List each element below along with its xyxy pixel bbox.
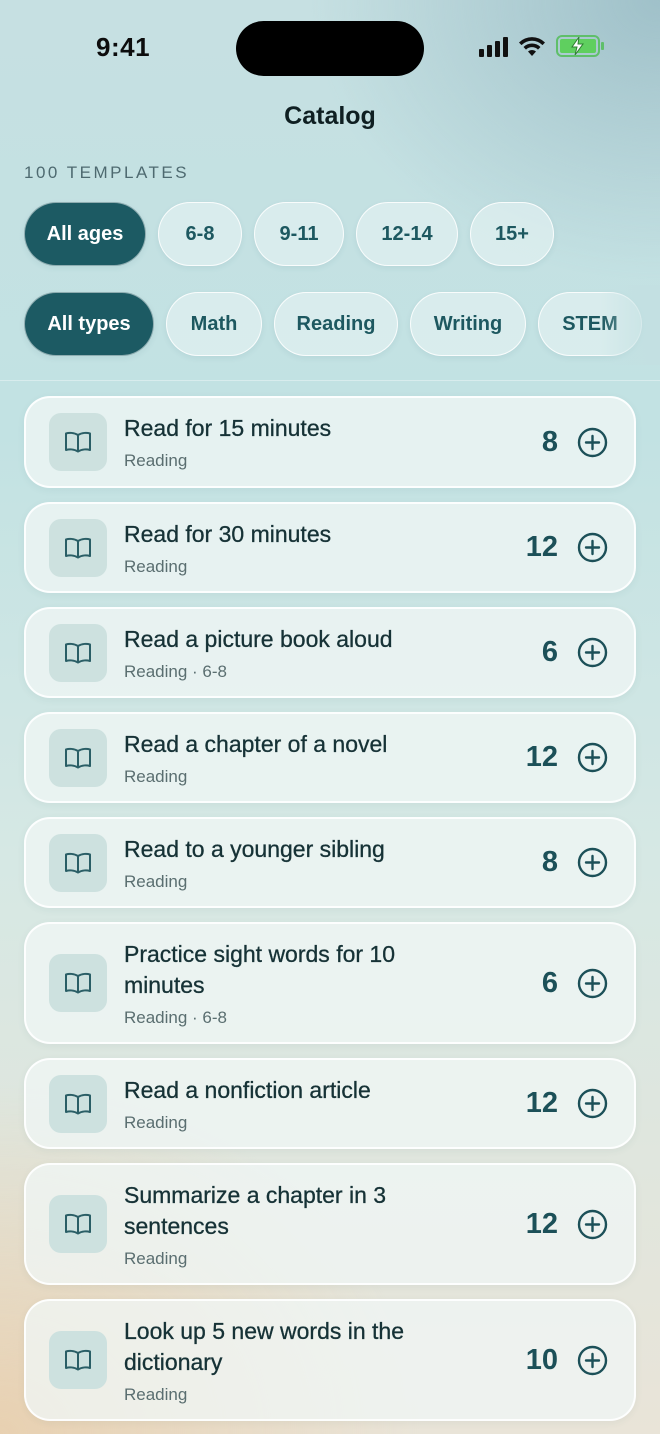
add-circle-icon[interactable] bbox=[577, 427, 608, 458]
book-icon bbox=[49, 1331, 107, 1389]
template-card[interactable]: Read for 15 minutes Reading 8 bbox=[24, 396, 636, 488]
add-circle-icon[interactable] bbox=[577, 742, 608, 773]
template-title: Look up 5 new words in the dictionary bbox=[124, 1317, 405, 1375]
template-card[interactable]: Practice sight words for 10 minutes Read… bbox=[24, 922, 636, 1044]
status-time: 9:41 bbox=[96, 32, 151, 62]
template-subtitle: Reading bbox=[124, 1112, 188, 1132]
status-bar: 9:41 bbox=[0, 0, 660, 95]
template-title: Read a nonfiction article bbox=[124, 1076, 371, 1103]
template-subtitle: Reading bbox=[124, 556, 188, 576]
add-circle-icon[interactable] bbox=[577, 1088, 608, 1119]
add-circle-icon[interactable] bbox=[577, 637, 608, 668]
book-icon bbox=[49, 1074, 107, 1133]
page-title: Catalog bbox=[284, 102, 376, 130]
template-title: Read to a younger sibling bbox=[124, 835, 385, 862]
template-title: Read a chapter of a novel bbox=[124, 730, 388, 757]
template-title: Summarize a chapter in 3 sentences bbox=[124, 1181, 387, 1239]
age-filter-row: All ages 6-8 9-11 12-14 15+ bbox=[24, 202, 554, 266]
status-icons bbox=[479, 35, 604, 57]
add-circle-icon[interactable] bbox=[577, 968, 608, 999]
template-subtitle: Reading · 6-8 bbox=[124, 1007, 228, 1027]
age-filter-all-ages[interactable]: All ages bbox=[24, 202, 146, 266]
template-points: 12 bbox=[525, 741, 558, 773]
template-title: Practice sight words for 10 minutes bbox=[124, 940, 396, 998]
book-icon bbox=[49, 954, 107, 1012]
template-points: 12 bbox=[525, 531, 558, 563]
template-subtitle: Reading bbox=[124, 766, 188, 786]
add-circle-icon[interactable] bbox=[577, 532, 608, 563]
age-filter-6-8[interactable]: 6-8 bbox=[158, 202, 242, 266]
template-card[interactable]: Read for 30 minutes Reading 12 bbox=[24, 502, 636, 593]
template-points: 12 bbox=[525, 1207, 558, 1240]
age-filter-15-plus[interactable]: 15+ bbox=[470, 202, 554, 266]
wifi-icon bbox=[519, 37, 545, 56]
dynamic-island bbox=[236, 21, 424, 76]
template-card[interactable]: Read a nonfiction article Reading 12 bbox=[24, 1058, 636, 1149]
template-list: Read for 15 minutes Reading 8 Read for 3… bbox=[24, 396, 636, 1434]
type-filter-reading[interactable]: Reading bbox=[274, 292, 398, 356]
template-card[interactable]: Read a chapter of a novel Reading 12 bbox=[24, 712, 636, 803]
template-points: 6 bbox=[541, 636, 558, 668]
template-subtitle: Reading bbox=[124, 871, 188, 891]
template-card[interactable]: Look up 5 new words in the dictionary Re… bbox=[24, 1299, 636, 1421]
template-points: 8 bbox=[541, 846, 558, 878]
template-points: 12 bbox=[525, 1087, 558, 1119]
add-circle-icon[interactable] bbox=[577, 1209, 608, 1240]
template-card[interactable]: Read a picture book aloud Reading · 6-8 … bbox=[24, 607, 636, 698]
book-icon bbox=[49, 833, 107, 892]
template-title: Read for 30 minutes bbox=[124, 520, 332, 547]
battery-charging-icon bbox=[556, 35, 604, 57]
book-icon bbox=[49, 518, 107, 577]
template-title: Read a picture book aloud bbox=[124, 625, 393, 652]
add-circle-icon[interactable] bbox=[577, 847, 608, 878]
template-title: Read for 15 minutes bbox=[124, 415, 332, 441]
book-icon bbox=[49, 623, 107, 682]
cellular-signal-icon bbox=[479, 35, 508, 57]
template-points: 6 bbox=[541, 966, 558, 999]
type-filter-row: All types Math Reading Writing STEM bbox=[24, 292, 642, 356]
template-subtitle: Reading bbox=[124, 451, 188, 470]
template-points: 8 bbox=[541, 425, 558, 458]
template-card[interactable]: Read to a younger sibling Reading 8 bbox=[24, 817, 636, 908]
type-filter-math[interactable]: Math bbox=[166, 292, 262, 356]
template-points: 10 bbox=[525, 1343, 558, 1376]
template-subtitle: Reading bbox=[124, 1384, 188, 1404]
template-subtitle: Reading bbox=[124, 1248, 188, 1268]
header-divider bbox=[0, 380, 660, 381]
type-filter-writing[interactable]: Writing bbox=[410, 292, 526, 356]
add-circle-icon[interactable] bbox=[577, 1345, 608, 1376]
book-icon bbox=[49, 413, 107, 471]
age-filter-9-11[interactable]: 9-11 bbox=[254, 202, 344, 266]
template-subtitle: Reading · 6-8 bbox=[124, 661, 228, 681]
template-card[interactable]: Summarize a chapter in 3 sentences Readi… bbox=[24, 1163, 636, 1285]
book-icon bbox=[49, 1195, 107, 1253]
age-filter-12-14[interactable]: 12-14 bbox=[356, 202, 458, 266]
chip-row-fade bbox=[600, 285, 660, 365]
template-count-label: 100 TEMPLATES bbox=[24, 163, 190, 182]
book-icon bbox=[49, 728, 107, 787]
type-filter-all-types[interactable]: All types bbox=[24, 292, 154, 356]
